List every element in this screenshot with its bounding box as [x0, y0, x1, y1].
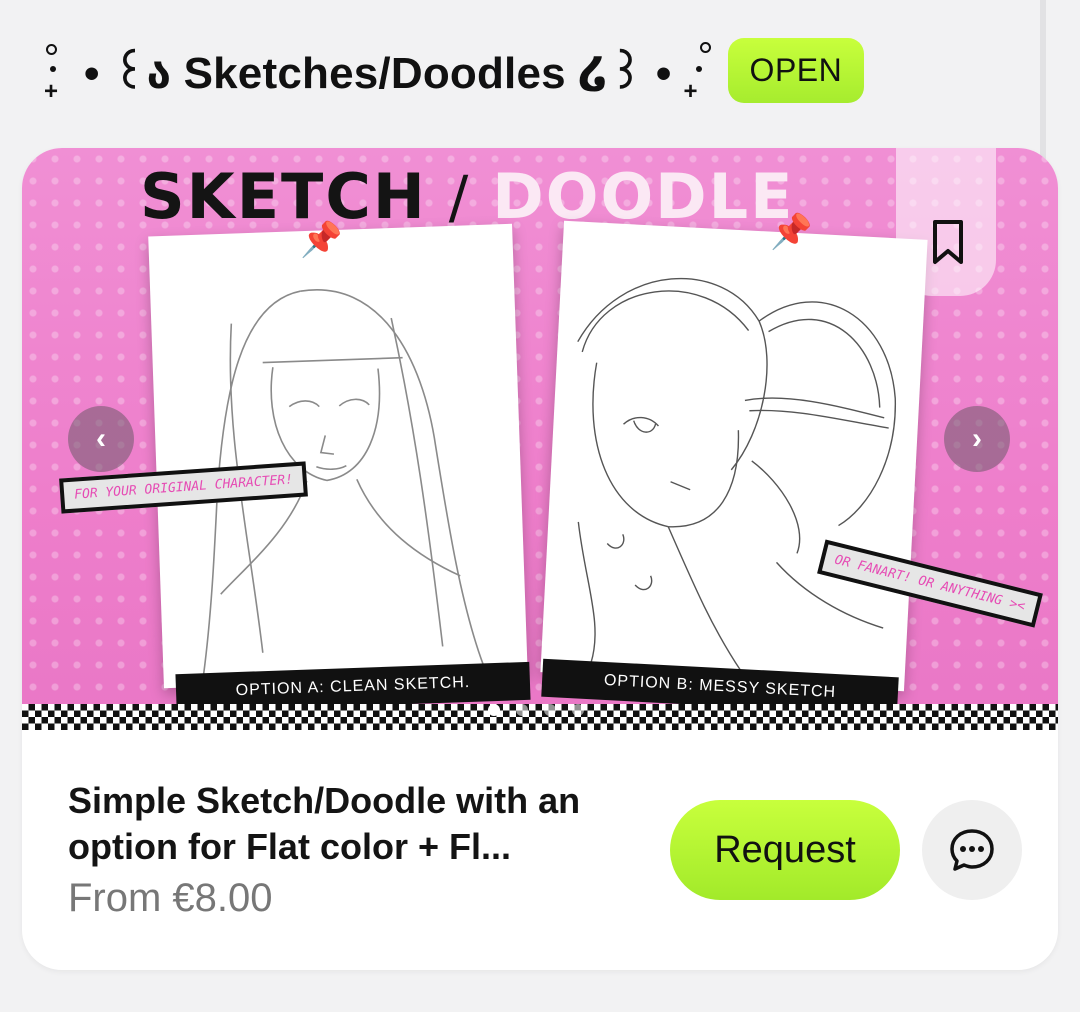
product-image-carousel[interactable]: SKETCH / DOODLE 📌 📌 OPTION A: CLEAN SKET… [22, 148, 1058, 730]
carousel-dot[interactable] [572, 704, 584, 716]
banner-heading: SKETCH / DOODLE [140, 160, 794, 233]
carousel-dot[interactable] [544, 704, 556, 716]
sparkle-left-icon: + [40, 38, 74, 104]
carousel-indicator [488, 704, 584, 716]
chat-bubble-icon [950, 829, 994, 871]
bookmark-container [896, 148, 996, 296]
section-title: • ꒰ა Sketches/Doodles ໒꒱ • [84, 49, 672, 98]
product-price: From €8.00 [68, 876, 273, 920]
product-card[interactable]: SKETCH / DOODLE 📌 📌 OPTION A: CLEAN SKET… [22, 148, 1058, 970]
sparkle-right-icon: + [682, 38, 716, 104]
chevron-right-icon: › [972, 422, 982, 455]
carousel-prev-button[interactable]: ‹ [68, 406, 134, 472]
sketch-example-clean [148, 223, 528, 689]
sketch-example-messy [540, 220, 928, 692]
banner-title-slash: / [448, 162, 471, 231]
clean-sketch-drawing [202, 289, 485, 675]
shop-section-header: + • ꒰ა Sketches/Doodles ໒꒱ • + OPEN [40, 30, 865, 110]
bookmark-icon[interactable] [928, 218, 968, 266]
carousel-dot[interactable] [516, 704, 528, 716]
carousel-dot[interactable] [488, 704, 500, 716]
carousel-next-button[interactable]: › [944, 406, 1010, 472]
messy-sketch-drawing [577, 277, 896, 672]
pin-icon-a: 📌 [300, 221, 343, 259]
product-title[interactable]: Simple Sketch/Doodle with an option for … [68, 778, 648, 870]
chevron-left-icon: ‹ [96, 422, 106, 455]
message-button[interactable] [922, 800, 1022, 900]
banner-title-doodle: DOODLE [492, 160, 795, 233]
pin-icon-b: 📌 [770, 213, 813, 251]
status-badge: OPEN [727, 37, 865, 103]
banner-title-sketch: SKETCH [140, 160, 427, 233]
request-button[interactable]: Request [670, 800, 900, 900]
